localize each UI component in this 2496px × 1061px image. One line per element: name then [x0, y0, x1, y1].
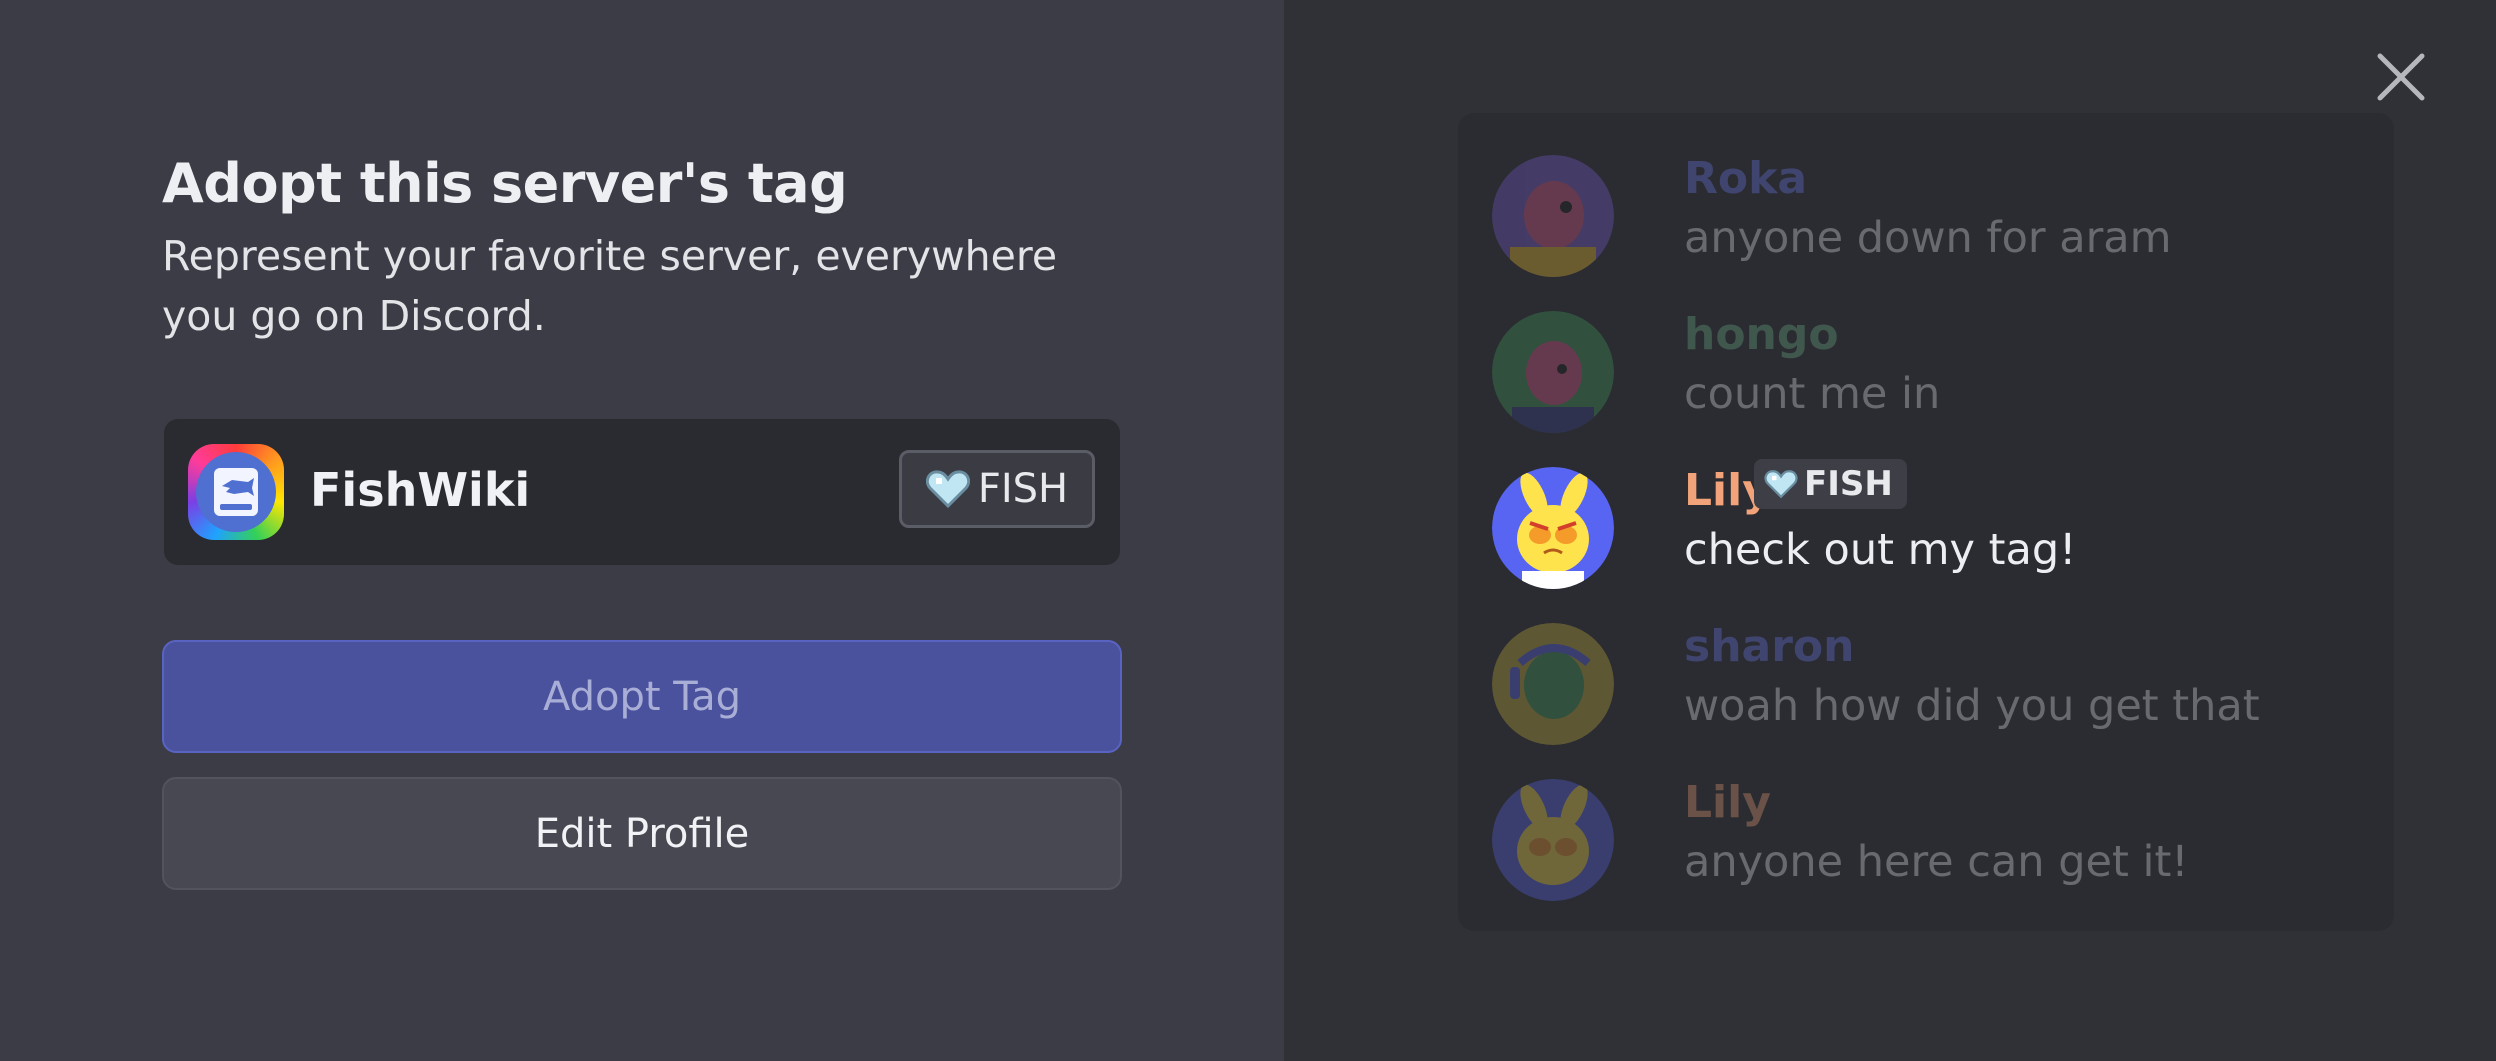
edit-profile-button[interactable]: Edit Profile [162, 777, 1122, 890]
chat-preview: Roka anyone down for aram hongo count me… [1458, 113, 2394, 931]
server-tag-card: FishWiki FISH [164, 419, 1120, 565]
message-text: woah how did you get that [1684, 681, 2260, 731]
chat-message-highlighted: Lily FISH check out my tag! [1492, 459, 2372, 599]
message-server-tag[interactable]: FISH [1754, 459, 1907, 509]
message-text: anyone here can get it! [1684, 837, 2189, 887]
adopt-tag-button[interactable]: Adopt Tag [162, 640, 1122, 753]
dialog-subtitle: Represent your favorite server, everywhe… [162, 232, 1058, 340]
message-text: check out my tag! [1684, 525, 2077, 575]
avatar [1492, 155, 1614, 277]
avatar [1492, 311, 1614, 433]
message-text: anyone down for aram [1684, 213, 2172, 263]
avatar [1492, 779, 1614, 901]
message-author[interactable]: Lily [1684, 777, 1771, 828]
server-name: FishWiki [310, 463, 531, 517]
dialog-title: Adopt this server's tag [162, 152, 848, 215]
message-author[interactable]: sharon [1684, 621, 1854, 672]
close-icon[interactable] [2372, 48, 2430, 106]
fishwiki-book-icon [214, 468, 258, 516]
heart-icon [925, 470, 970, 509]
message-text: count me in [1684, 369, 1941, 419]
chat-message: hongo count me in [1492, 303, 2372, 443]
server-tag-label: FISH [977, 466, 1069, 512]
message-author[interactable]: Roka [1684, 153, 1807, 204]
adopt-tag-panel: Adopt this server's tag Represent your f… [0, 0, 1284, 1061]
chat-message: sharon woah how did you get that [1492, 615, 2372, 755]
avatar [1492, 623, 1614, 745]
message-server-tag-label: FISH [1804, 464, 1893, 504]
message-author[interactable]: hongo [1684, 309, 1839, 360]
server-icon [188, 444, 284, 540]
avatar [1492, 467, 1614, 589]
chat-message: Lily anyone here can get it! [1492, 771, 2372, 911]
server-tag-badge: FISH [899, 450, 1095, 528]
heart-icon [1764, 470, 1798, 499]
chat-message: Roka anyone down for aram [1492, 147, 2372, 287]
